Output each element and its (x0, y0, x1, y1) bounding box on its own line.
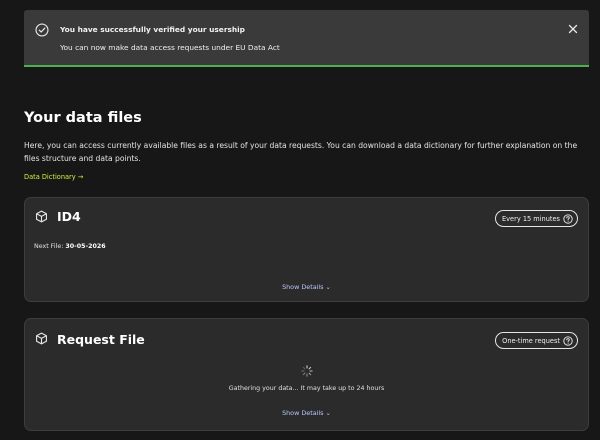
cube-icon (36, 332, 47, 345)
card-title: ID4 (57, 209, 81, 224)
section-description: Here, you can access currently available… (24, 141, 578, 163)
help-icon[interactable] (563, 335, 573, 346)
frequency-badge[interactable]: Every 15 minutes (494, 210, 578, 227)
data-dictionary-link[interactable]: Data Dictionary → (24, 173, 83, 181)
next-file-label: Next File: (34, 243, 64, 250)
next-file-date: 30-05-2026 (65, 243, 106, 250)
page-title: Your data files (24, 110, 142, 126)
frequency-label: Every 15 minutes (501, 214, 560, 223)
help-icon[interactable] (563, 213, 573, 224)
show-details-button[interactable]: Show Details ⌄ (25, 283, 588, 291)
card-title: Request File (57, 332, 145, 347)
success-notification: You have successfully verified your user… (24, 10, 589, 67)
notification-title: You have successfully verified your user… (60, 25, 245, 34)
status-message: Gathering your data... It may take up to… (228, 385, 385, 392)
cube-icon (36, 210, 47, 223)
data-file-card-request: Request File One-time request Gathering … (24, 318, 589, 431)
frequency-badge[interactable]: One-time request (495, 332, 578, 349)
close-icon[interactable] (568, 24, 578, 34)
next-file-info: Next File: 30-05-2026 (34, 243, 106, 250)
check-circle-icon (35, 23, 49, 37)
notification-message: You can now make data access requests un… (60, 43, 280, 52)
loading-spinner-icon (301, 365, 313, 377)
frequency-label: One-time request (502, 336, 560, 345)
show-details-button[interactable]: Show Details ⌄ (25, 409, 588, 417)
data-file-card-id4: ID4 Every 15 minutes Next File: 30-05-20… (24, 197, 589, 302)
